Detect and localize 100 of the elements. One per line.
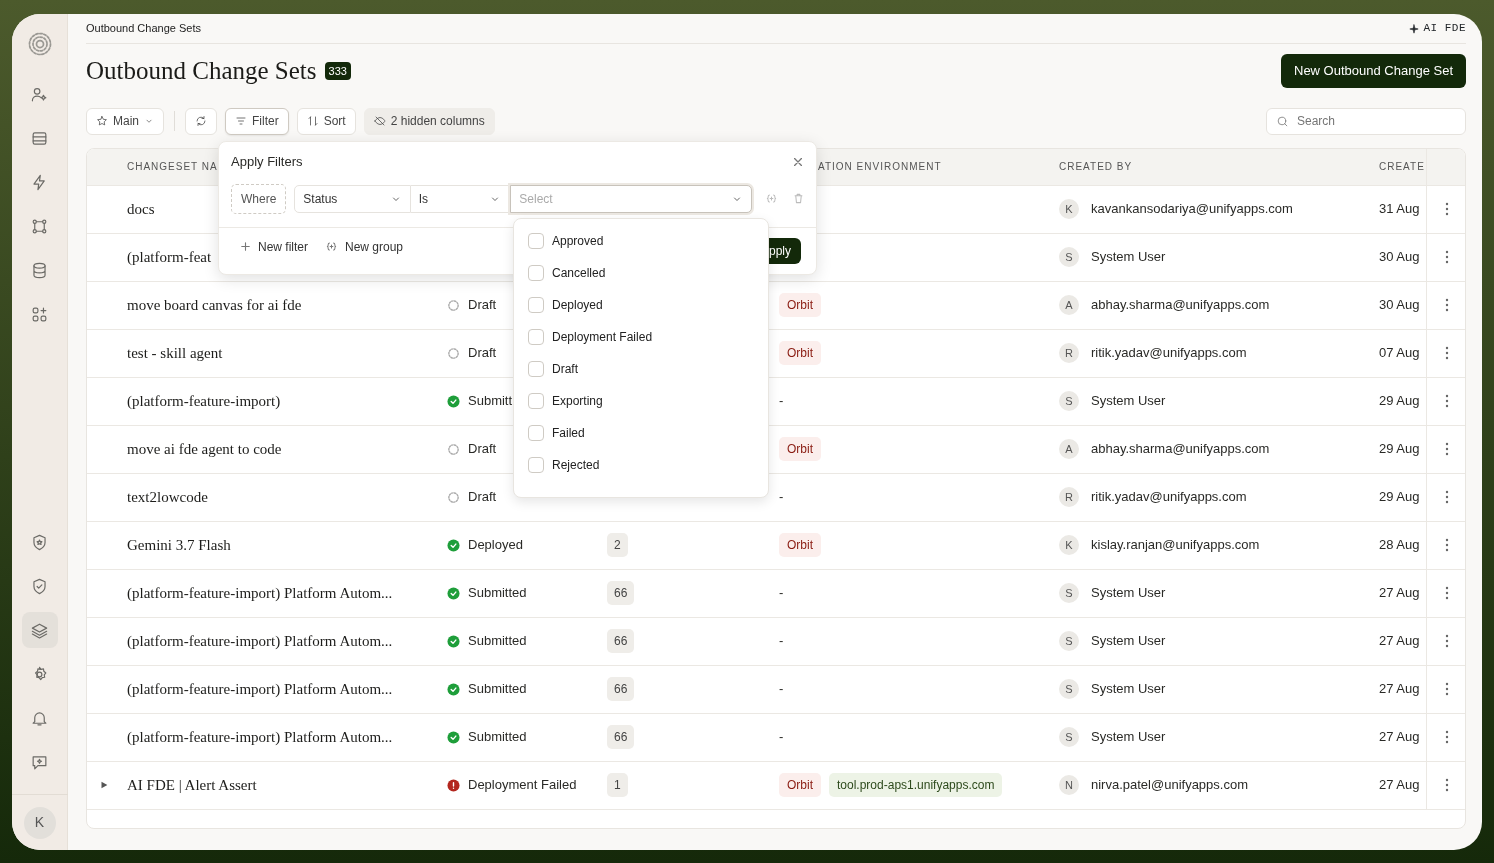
environment-tag: Orbit <box>779 533 821 557</box>
row-menu-button[interactable] <box>1445 346 1449 360</box>
row-menu-button[interactable] <box>1445 778 1449 792</box>
hidden-columns-button[interactable]: 2 hidden columns <box>363 107 495 135</box>
refresh-button[interactable] <box>185 107 217 135</box>
status-option[interactable]: Rejected <box>514 449 768 481</box>
group-icon <box>326 241 337 252</box>
kebab-icon <box>1445 778 1449 792</box>
breadcrumb[interactable]: Outbound Change Sets <box>86 20 201 37</box>
changeset-name[interactable]: (platform-feature-import) Platform Autom... <box>127 581 393 605</box>
where-label: Where <box>231 183 287 214</box>
changeset-name[interactable]: (platform-feature-import) Platform Autom... <box>127 725 393 749</box>
empty-value: - <box>779 392 784 411</box>
row-menu-button[interactable] <box>1445 394 1449 408</box>
row-menu-button[interactable] <box>1445 250 1449 264</box>
count-badge: 66 <box>607 581 635 605</box>
row-menu-button[interactable] <box>1445 442 1449 456</box>
user-avatar: S <box>1059 631 1079 651</box>
page-title: Outbound Change Sets <box>86 56 317 86</box>
row-menu-button[interactable] <box>1445 682 1449 696</box>
status-option[interactable]: Draft <box>514 353 768 385</box>
created-date: 30 Aug <box>1379 296 1420 315</box>
changeset-name[interactable]: AI FDE | Alert Assert <box>127 773 257 797</box>
trash-icon <box>793 193 804 204</box>
changeset-name[interactable]: move ai fde agent to code <box>127 437 282 461</box>
star-icon <box>96 115 108 127</box>
ai-link[interactable]: AI FDE <box>1409 20 1466 37</box>
status-label: Draft <box>468 296 497 315</box>
close-icon <box>792 155 804 168</box>
row-menu-button[interactable] <box>1445 202 1449 216</box>
creator-name: nirva.patel@unifyapps.com <box>1091 776 1248 795</box>
group-icon <box>766 193 777 204</box>
new-group-button[interactable]: New group <box>326 237 404 256</box>
kebab-icon <box>1445 202 1449 216</box>
row-menu-button[interactable] <box>1445 634 1449 648</box>
empty-value: - <box>779 584 784 603</box>
search-icon <box>1276 114 1289 128</box>
changeset-name[interactable]: Gemini 3.7 Flash <box>127 533 231 557</box>
count-badge: 66 <box>607 677 635 701</box>
creator-name: System User <box>1091 584 1166 603</box>
changeset-name[interactable]: move board canvas for ai fde <box>127 293 302 317</box>
changeset-name[interactable]: (platform-feat <box>127 245 212 269</box>
column-header: ATION ENVIRONMENT <box>818 160 942 174</box>
checkbox[interactable] <box>528 393 544 409</box>
close-button[interactable] <box>792 155 804 168</box>
row-menu-button[interactable] <box>1445 538 1449 552</box>
status-option[interactable]: Deployment Failed <box>514 321 768 353</box>
status-label: Deployed <box>468 536 523 555</box>
kebab-icon <box>1445 490 1449 504</box>
status-option[interactable]: Deployed <box>514 289 768 321</box>
checkbox[interactable] <box>528 361 544 377</box>
created-date: 30 Aug <box>1379 248 1420 267</box>
refresh-icon <box>195 115 207 127</box>
count-badge: 66 <box>607 725 635 749</box>
user-avatar: S <box>1059 583 1079 603</box>
filter-button[interactable]: Filter <box>225 107 289 135</box>
checkbox[interactable] <box>528 265 544 281</box>
kebab-icon <box>1445 250 1449 264</box>
kebab-icon <box>1445 442 1449 456</box>
created-date: 29 Aug <box>1379 392 1420 411</box>
search-field[interactable]: Search <box>1266 107 1466 135</box>
changeset-name[interactable]: docs <box>127 197 155 221</box>
changeset-name[interactable]: (platform-feature-import) Platform Autom... <box>127 677 393 701</box>
view-dropdown[interactable]: Main <box>86 107 164 135</box>
plus-icon <box>241 242 250 251</box>
changeset-name[interactable]: (platform-feature-import) Platform Autom... <box>127 629 393 653</box>
row-menu-button[interactable] <box>1445 586 1449 600</box>
checkbox[interactable] <box>528 297 544 313</box>
empty-value: - <box>779 488 784 507</box>
row-menu-button[interactable] <box>1445 298 1449 312</box>
row-menu-button[interactable] <box>1445 730 1449 744</box>
operator-select[interactable]: Is <box>410 184 511 213</box>
empty-value: - <box>779 632 784 651</box>
new-change-set-button[interactable]: New Outbound Change Set <box>1281 54 1466 88</box>
created-date: 27 Aug <box>1379 584 1420 603</box>
checkbox[interactable] <box>528 425 544 441</box>
changeset-name[interactable]: (platform-feature-import) <box>127 389 281 413</box>
user-avatar: R <box>1059 343 1079 363</box>
status-option[interactable]: Exporting <box>514 385 768 417</box>
changeset-name[interactable]: test - skill agent <box>127 341 223 365</box>
changeset-name[interactable]: text2lowcode <box>127 485 208 509</box>
field-select[interactable]: Status <box>294 184 411 213</box>
user-avatar[interactable]: K <box>23 806 56 839</box>
creator-name: ritik.yadav@unifyapps.com <box>1091 488 1247 507</box>
checkbox[interactable] <box>528 233 544 249</box>
nav-item[interactable] <box>21 612 58 648</box>
checkbox[interactable] <box>528 329 544 345</box>
creator-name: System User <box>1091 392 1166 411</box>
kebab-icon <box>1445 298 1449 312</box>
user-avatar: S <box>1059 247 1079 267</box>
checkbox[interactable] <box>528 457 544 473</box>
expand-icon[interactable] <box>99 780 109 790</box>
sort-button[interactable]: Sort <box>296 107 356 135</box>
creator-name: kavankansodariya@unifyapps.com <box>1091 200 1293 219</box>
status-option[interactable]: Failed <box>514 417 768 449</box>
row-menu-button[interactable] <box>1445 490 1449 504</box>
environment-tag: Orbit <box>779 437 821 461</box>
new-filter-button[interactable]: New filter <box>241 237 308 256</box>
creator-name: System User <box>1091 248 1166 267</box>
kebab-icon <box>1445 682 1449 696</box>
